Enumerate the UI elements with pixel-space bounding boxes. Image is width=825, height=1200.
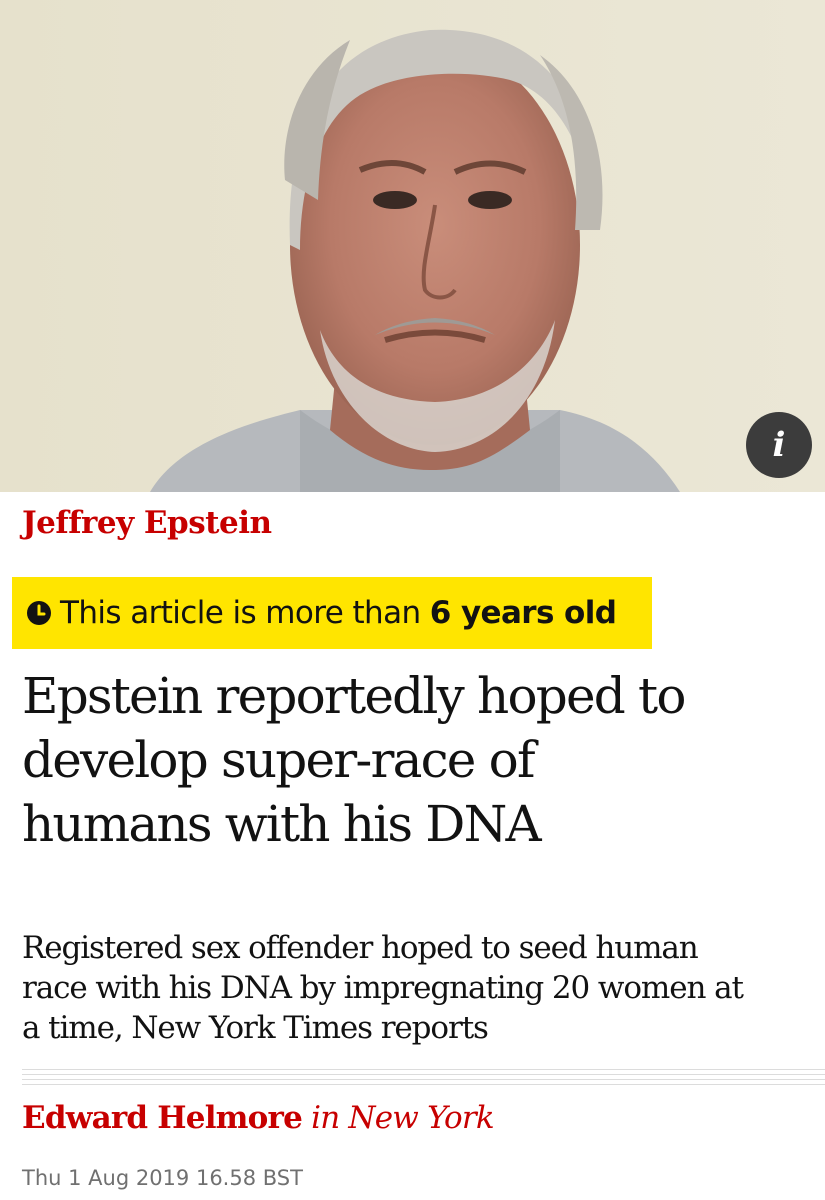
clock-icon [27, 601, 51, 625]
info-button[interactable]: i [746, 412, 812, 478]
author-link[interactable]: Edward Helmore [22, 1100, 303, 1136]
standfirst-line: Registered sex offender hoped to seed hu… [22, 930, 699, 966]
section-kicker-link[interactable]: Jeffrey Epstein [22, 505, 272, 541]
divider-line [22, 1074, 825, 1075]
divider-line [22, 1079, 825, 1080]
byline-location: in New York [311, 1100, 495, 1136]
age-warning-age: 6 years old [429, 595, 617, 631]
standfirst-line: a time, New York Times reports [22, 1010, 489, 1046]
headline-line: humans with his DNA [22, 795, 542, 853]
article-standfirst: Registered sex offender hoped to seed hu… [22, 928, 812, 1048]
age-warning-text: This article is more than 6 years old [60, 595, 617, 631]
byline: Edward Helmore in New York [22, 1100, 495, 1136]
publish-date: Thu 1 Aug 2019 16.58 BST [22, 1166, 303, 1190]
headline-line: develop super-race of [22, 731, 536, 789]
headline-line: Epstein reportedly hoped to [22, 667, 686, 725]
divider-line [22, 1084, 825, 1085]
article-age-warning: This article is more than 6 years old [12, 577, 652, 649]
standfirst-line: race with his DNA by impregnating 20 wom… [22, 970, 744, 1006]
article-headline: Epstein reportedly hoped to develop supe… [22, 664, 812, 856]
divider-line [22, 1069, 825, 1070]
age-warning-prefix: This article is more than [60, 595, 430, 631]
hero-image[interactable]: i [0, 0, 825, 492]
portrait-illustration [0, 0, 825, 492]
info-icon: i [772, 425, 786, 465]
